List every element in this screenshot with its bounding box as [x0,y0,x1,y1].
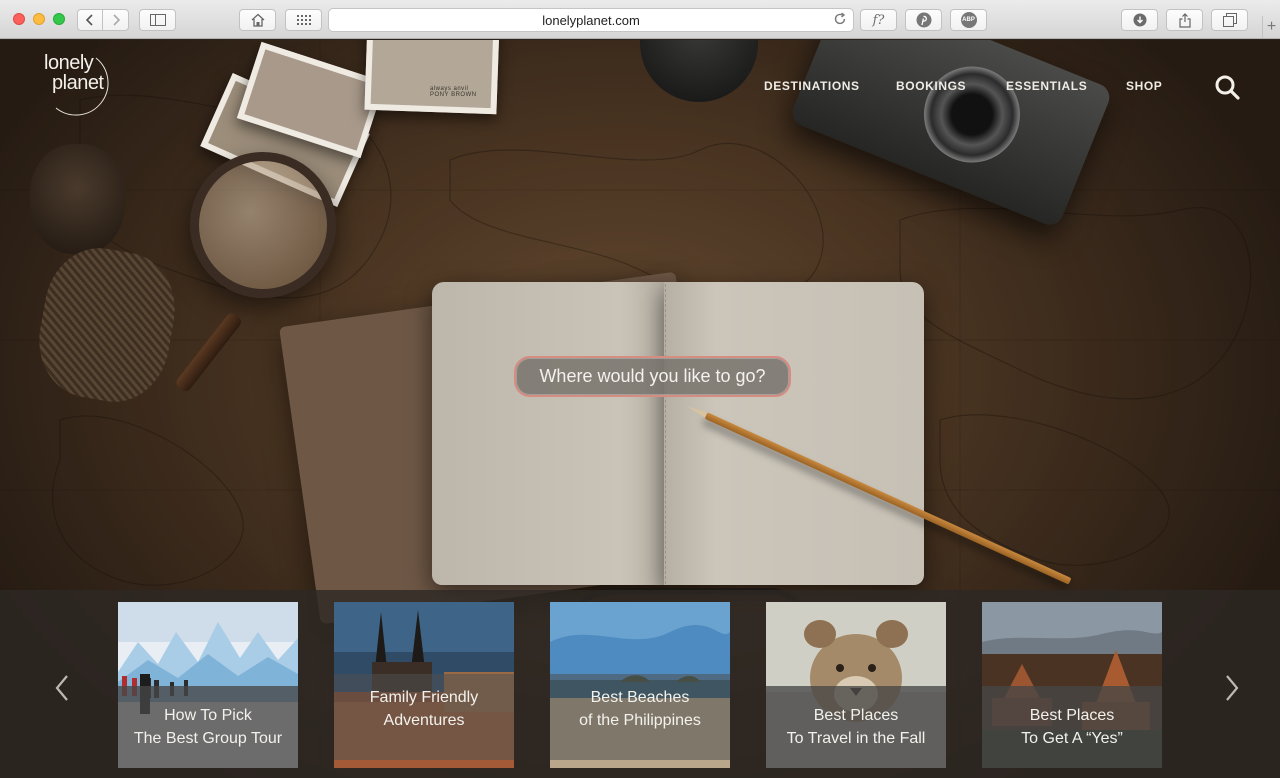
pinterest-extension-button[interactable] [905,9,942,31]
adblock-icon: ABP [960,12,977,28]
share-icon [1178,12,1191,28]
carousel-card[interactable]: Best Places To Get A “Yes” [982,602,1162,768]
destination-search-input[interactable]: Where would you like to go? [514,356,791,397]
card-title-line: Best Places [813,707,899,724]
magnifying-glass [190,152,336,298]
photo-print [364,40,500,115]
url-text: lonelyplanet.com [542,12,640,28]
nav-destinations[interactable]: DESTINATIONS [764,79,860,93]
font-extension-button[interactable]: f? [860,9,897,31]
card-title-line: Best Places [1029,707,1115,724]
font-icon: f? [872,12,885,28]
reload-button[interactable] [833,12,847,29]
carousel-card[interactable]: Family Friendly Adventures [334,602,514,768]
card-caption: How To Pick The Best Group Tour [118,686,298,768]
card-caption: Best Places To Travel in the Fall [766,686,946,768]
notebook-left-page [432,282,668,585]
minimize-window-button[interactable] [33,13,45,25]
grid-icon [296,15,311,25]
fullscreen-window-button[interactable] [53,13,65,25]
reload-icon [834,12,846,25]
site-logo[interactable]: lonely planet [44,52,124,116]
forward-icon [112,14,120,26]
pinterest-icon [916,12,931,28]
nav-essentials[interactable]: ESSENTIALS [1006,79,1087,93]
twine-spool [30,144,125,254]
card-title-line: of the Philippines [579,712,701,729]
card-caption: Family Friendly Adventures [334,674,514,760]
show-tabs-button[interactable] [1211,9,1248,31]
home-icon [251,13,264,27]
nav-bookings[interactable]: BOOKINGS [896,79,966,93]
card-title-line: Adventures [383,712,465,729]
site-search-button[interactable] [1214,74,1240,100]
carousel-next-button[interactable] [1222,673,1242,703]
new-tab-icon: + [1266,18,1277,35]
carousel-prev-button[interactable] [52,673,72,703]
chevron-left-icon [55,675,68,701]
carousel-card[interactable]: Best Places To Travel in the Fall [766,602,946,768]
notebook-right-page [664,282,924,585]
search-prompt: Where would you like to go? [539,366,766,386]
photo-caption-line: PONY BROWN [430,92,477,98]
download-icon [1133,13,1146,27]
forward-button[interactable] [102,9,129,31]
carousel-card[interactable]: How To Pick The Best Group Tour [118,602,298,768]
share-button[interactable] [1166,9,1203,31]
card-caption: Best Places To Get A “Yes” [982,686,1162,768]
top-sites-button[interactable] [285,9,322,31]
hero-section: always anvil PONY BROWN lonely planet DE… [0,40,1280,778]
notebook-spine [665,284,666,584]
card-title-line: Best Beaches [590,689,690,706]
logo-text-line: lonely [44,52,94,74]
tabs-icon [1222,13,1237,27]
camera-lens [909,52,1035,178]
adblock-extension-button[interactable]: ABP [950,9,987,31]
back-icon [85,14,93,26]
search-icon [1215,75,1240,100]
home-button[interactable] [239,9,276,31]
downloads-button[interactable] [1121,9,1158,31]
card-title-line: To Get A “Yes” [1021,730,1123,747]
card-title-line: The Best Group Tour [133,730,283,747]
chevron-right-icon [1226,675,1239,701]
card-caption: Best Beaches of the Philippines [550,674,730,760]
photo-caption: always anvil PONY BROWN [430,86,477,98]
logo-text-line: planet [52,72,104,94]
address-bar[interactable]: lonelyplanet.com [328,8,854,32]
nav-shop[interactable]: SHOP [1126,79,1162,93]
card-title-line: Family Friendly [369,689,479,706]
sidebar-icon [149,14,166,26]
sidebar-button[interactable] [139,9,176,31]
card-title-line: How To Pick [164,707,252,724]
featured-carousel: How To Pick The Best Group Tour Family F… [0,590,1280,778]
new-tab-button[interactable]: + [1262,16,1280,38]
card-title-line: To Travel in the Fall [786,730,926,747]
close-window-button[interactable] [13,13,25,25]
carousel-card[interactable]: Best Beaches of the Philippines [550,602,730,768]
browser-toolbar: lonelyplanet.com f? ABP + [0,0,1280,39]
back-button[interactable] [77,9,103,31]
